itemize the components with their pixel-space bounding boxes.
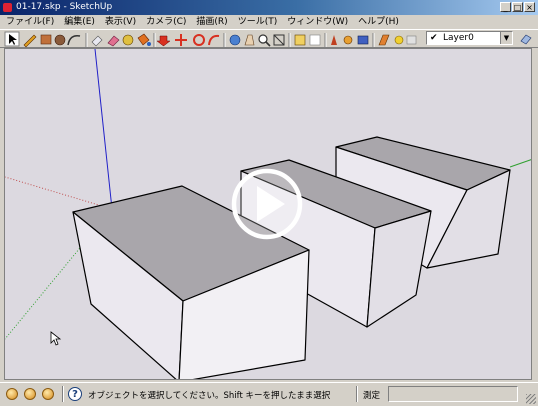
layer-dropdown[interactable]: ✔ Layer0 ▼ <box>426 31 513 45</box>
toolbar-icons <box>4 31 417 48</box>
red-axis-negative <box>5 176 113 210</box>
menu-edit[interactable]: 編集(E) <box>64 15 95 29</box>
layer-check-icon: ✔ <box>430 33 438 43</box>
make-component-icon[interactable] <box>91 35 103 47</box>
menu-help[interactable]: ヘルプ(H) <box>358 15 399 29</box>
select-icon[interactable] <box>4 31 20 47</box>
arc-icon[interactable] <box>67 34 81 46</box>
circle-icon[interactable] <box>54 34 66 46</box>
look-around-icon[interactable] <box>343 35 353 45</box>
section-plane-icon[interactable] <box>378 34 390 46</box>
tape-measure-icon[interactable] <box>122 34 134 46</box>
scene-3d <box>5 49 531 379</box>
fog-icon[interactable] <box>406 35 417 45</box>
measurements-input[interactable] <box>388 386 518 402</box>
paint-bucket-icon[interactable] <box>137 33 151 46</box>
text-icon[interactable] <box>309 34 321 46</box>
minimize-button[interactable]: _ <box>500 2 511 12</box>
resize-grip[interactable] <box>526 394 536 404</box>
layer-manager-icon[interactable] <box>518 30 534 46</box>
eraser-icon[interactable] <box>107 35 120 47</box>
menu-file[interactable]: ファイル(F) <box>6 15 54 29</box>
drawing-viewport[interactable] <box>4 48 532 380</box>
rectangle-icon[interactable] <box>40 34 52 45</box>
mouse-cursor-icon <box>50 331 62 346</box>
menu-window[interactable]: ウィンドウ(W) <box>287 15 348 29</box>
shadow-icon[interactable] <box>394 35 404 45</box>
push-pull-icon[interactable] <box>156 35 171 47</box>
zoom-extents-icon[interactable] <box>273 34 285 46</box>
menu-draw[interactable]: 描画(R) <box>196 15 227 29</box>
layer-name: Layer0 <box>443 33 474 43</box>
status-separator <box>356 386 358 402</box>
menu-view[interactable]: 表示(V) <box>105 15 136 29</box>
walk-icon[interactable] <box>331 35 337 45</box>
menu-bar: ファイル(F) 編集(E) 表示(V) カメラ(C) 描画(R) ツール(T) … <box>0 15 538 29</box>
status-message: オブジェクトを選択してください。Shift キーを押したまま選択 <box>88 391 331 401</box>
move-icon[interactable] <box>175 34 187 46</box>
pan-icon[interactable] <box>244 34 255 46</box>
position-camera-icon[interactable] <box>357 35 369 45</box>
green-axis <box>509 159 531 168</box>
zoom-icon[interactable] <box>258 34 271 47</box>
status-bar: ? オブジェクトを選択してください。Shift キーを押したまま選択 測定 <box>0 382 538 406</box>
pencil-icon[interactable] <box>23 34 37 48</box>
credits-icon[interactable] <box>24 388 36 400</box>
user-info-icon[interactable] <box>42 388 54 400</box>
blue-axis <box>94 49 113 210</box>
menu-tools[interactable]: ツール(T) <box>238 15 278 29</box>
window-title: 01-17.skp - SketchUp <box>16 2 113 12</box>
maximize-button[interactable]: □ <box>512 2 523 12</box>
chevron-down-icon[interactable]: ▼ <box>500 32 512 44</box>
status-separator <box>62 386 64 402</box>
follow-me-icon[interactable] <box>208 34 220 46</box>
window-controls: _ □ × <box>500 2 535 12</box>
play-icon[interactable] <box>231 168 303 240</box>
measurements-label: 測定 <box>363 391 381 401</box>
dimension-icon[interactable] <box>294 34 306 46</box>
orbit-icon[interactable] <box>229 34 241 46</box>
menu-camera[interactable]: カメラ(C) <box>146 15 186 29</box>
rotate-icon[interactable] <box>193 34 205 46</box>
geo-location-icon[interactable] <box>6 388 18 400</box>
help-icon[interactable]: ? <box>68 387 82 401</box>
sketchup-app-icon <box>3 3 12 12</box>
title-bar: 01-17.skp - SketchUp _ □ × <box>0 0 538 15</box>
close-button[interactable]: × <box>524 2 535 12</box>
